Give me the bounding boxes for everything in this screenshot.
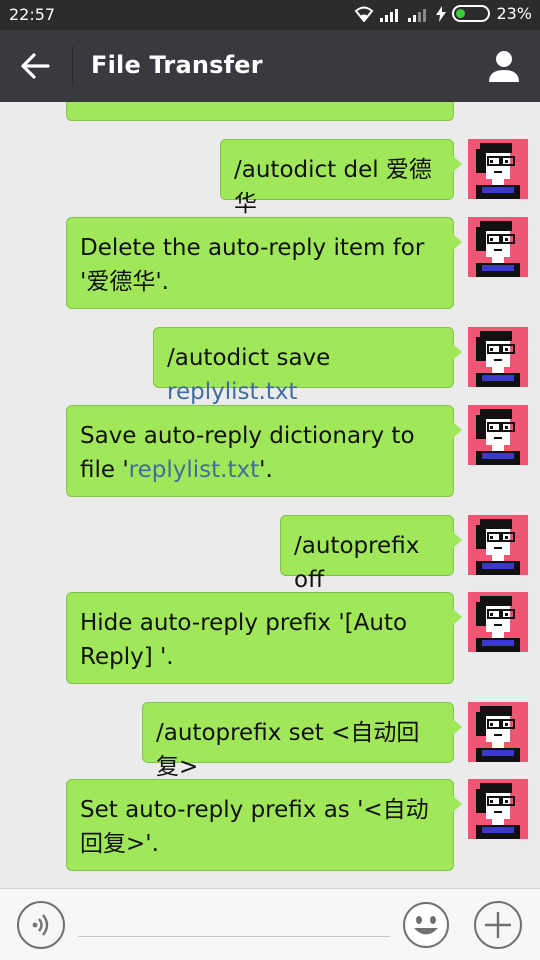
status-bar: 22:57 23% — [0, 0, 540, 30]
message-text-suffix: '. — [259, 457, 273, 483]
battery-percent: 23% — [496, 4, 532, 23]
signal-icon — [380, 8, 399, 22]
message-bubble[interactable] — [66, 102, 454, 121]
plus-icon — [485, 912, 511, 938]
message-bubble[interactable]: /autoprefix set <自动回复> — [142, 702, 462, 780]
message-text: /autodict del 爱德华 — [234, 157, 432, 217]
charging-icon — [436, 5, 447, 22]
battery-icon — [452, 5, 491, 22]
back-arrow-icon[interactable] — [18, 50, 54, 82]
message-text: Delete the auto-reply item for '爱德华'. — [80, 235, 425, 295]
message-bubble[interactable]: /autodict del 爱德华 — [220, 139, 462, 217]
message-text: /autoprefix set <自动回复> — [156, 720, 420, 780]
message-bubble[interactable]: /autodict save replylist.txt — [153, 327, 462, 405]
wifi-icon — [355, 6, 374, 22]
title-divider — [72, 46, 73, 86]
avatar[interactable] — [468, 515, 528, 575]
status-time: 22:57 — [9, 5, 56, 24]
status-icons: 23% — [354, 4, 532, 23]
message-bubble[interactable]: Delete the auto-reply item for '爱德华'. — [66, 217, 462, 309]
message-bubble[interactable]: Set auto-reply prefix as '<自动回复>'. — [66, 779, 462, 871]
avatar[interactable] — [468, 405, 528, 465]
message-text: Set auto-reply prefix as '<自动回复>'. — [80, 797, 429, 857]
message-text: /autodict save — [167, 345, 331, 371]
file-link[interactable]: replylist.txt — [167, 379, 297, 405]
file-link[interactable]: replylist.txt — [129, 457, 259, 483]
voice-icon — [32, 914, 49, 936]
message-input[interactable] — [78, 901, 390, 937]
avatar[interactable] — [468, 217, 528, 277]
avatar[interactable] — [468, 779, 528, 839]
avatar[interactable] — [468, 139, 528, 199]
title-bar: File Transfer — [0, 30, 540, 102]
signal-2-icon — [408, 8, 427, 22]
avatar[interactable] — [468, 327, 528, 387]
avatar[interactable] — [468, 702, 528, 762]
input-bar — [0, 888, 540, 960]
avatar[interactable] — [468, 592, 528, 652]
message-text: Hide auto-reply prefix '[Auto Reply] '. — [80, 610, 408, 670]
more-options-button[interactable] — [474, 901, 522, 949]
emoji-button[interactable] — [402, 901, 450, 949]
message-bubble[interactable]: Hide auto-reply prefix '[Auto Reply] '. — [66, 592, 462, 684]
message-bubble[interactable]: /autoprefix off — [280, 515, 462, 593]
chat-message-list[interactable]: /autodict del 爱德华 Delete the auto-reply … — [0, 102, 540, 888]
message-text: /autoprefix off — [294, 533, 420, 593]
voice-input-button[interactable] — [17, 901, 65, 949]
contact-profile-icon[interactable] — [486, 48, 522, 84]
chat-title: File Transfer — [91, 51, 263, 79]
message-bubble[interactable]: Save auto-reply dictionary to file 'repl… — [66, 405, 462, 497]
